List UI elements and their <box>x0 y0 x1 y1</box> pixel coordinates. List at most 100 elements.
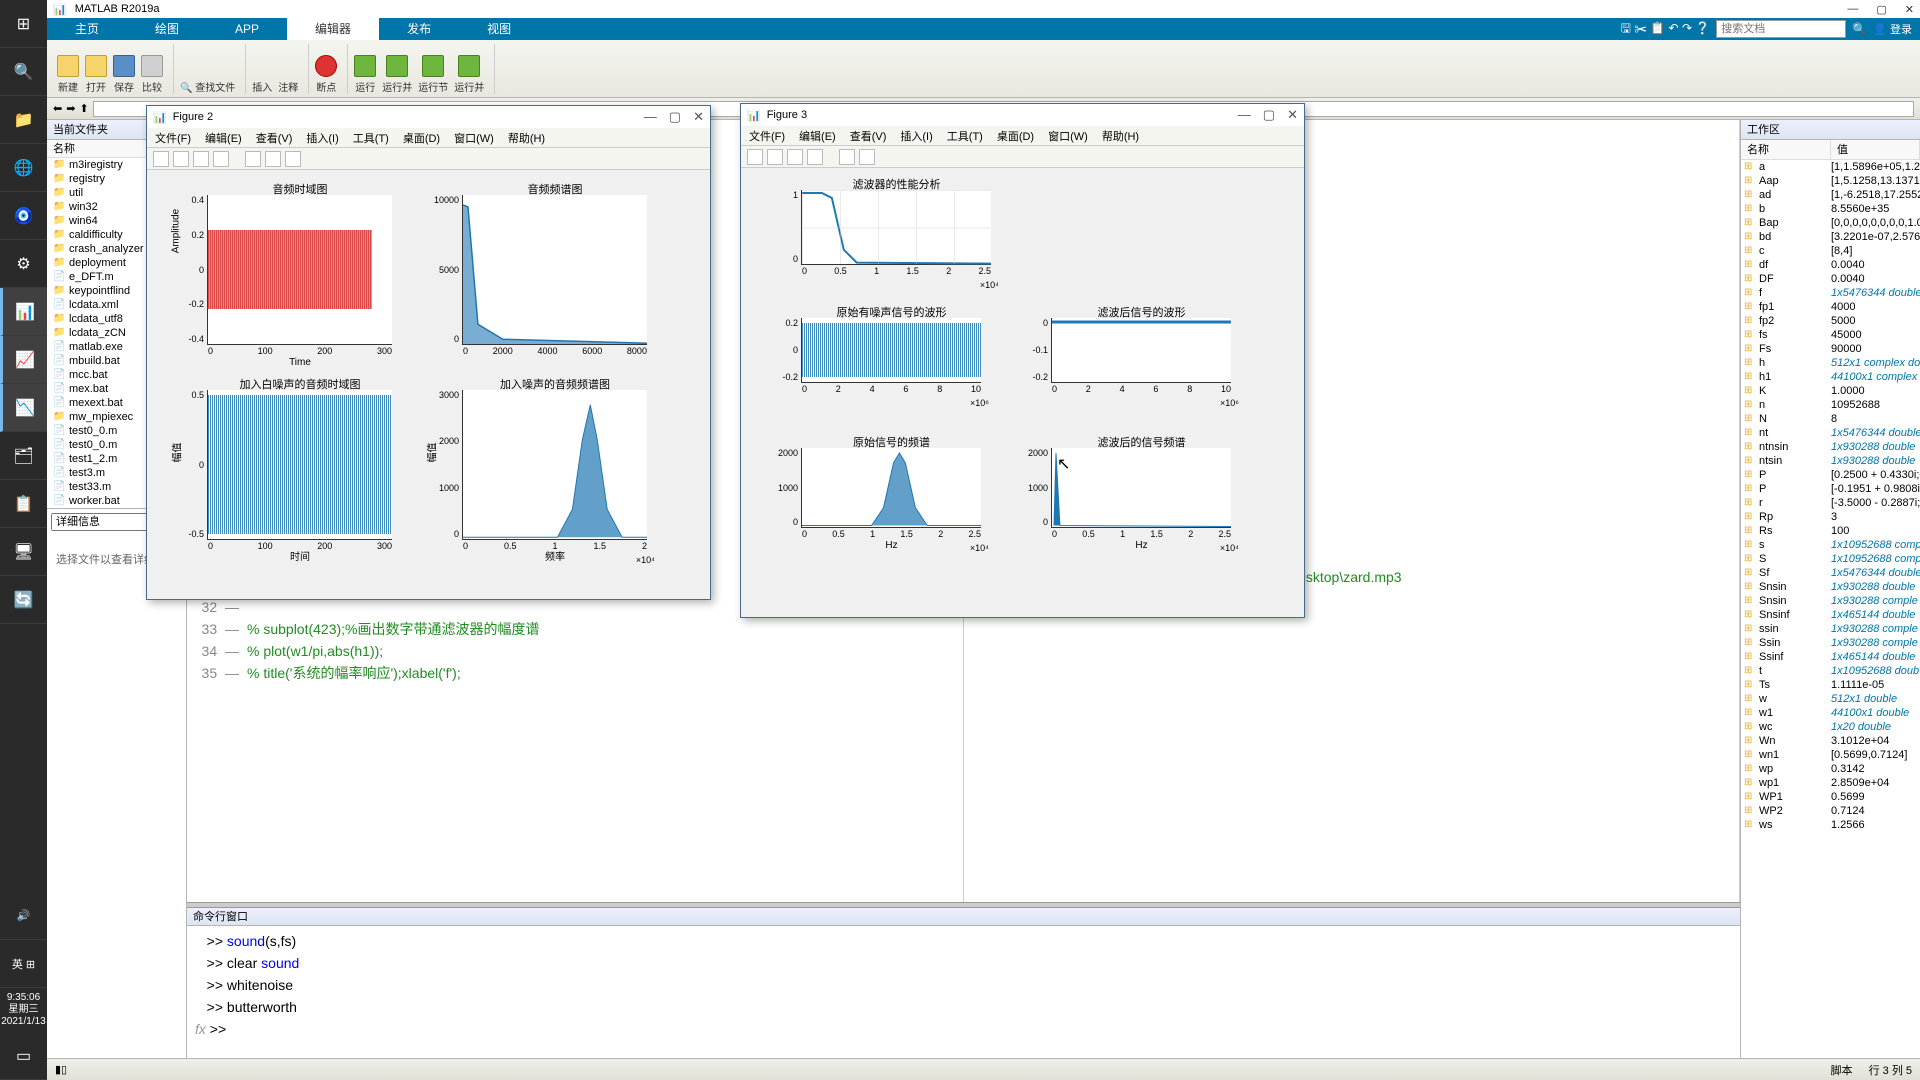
login-link[interactable]: 👤 登录 <box>1873 21 1912 37</box>
workspace-var[interactable]: bd[3.2201e-07,2.5761 <box>1741 230 1920 244</box>
task-app-7[interactable]: 📋 <box>0 480 47 528</box>
workspace-var[interactable]: N8 <box>1741 412 1920 426</box>
workspace-var[interactable]: wc1x20 double <box>1741 720 1920 734</box>
tool-zoom-icon[interactable] <box>265 151 281 167</box>
tool-link-icon[interactable] <box>859 149 875 165</box>
workspace-var[interactable]: Rp3 <box>1741 510 1920 524</box>
tool-pointer-icon[interactable] <box>839 149 855 165</box>
tool-save-icon[interactable] <box>787 149 803 165</box>
workspace-var[interactable]: Ssin1x930288 comple <box>1741 636 1920 650</box>
figure-2-window[interactable]: 📊 Figure 2 — ▢ ✕ 文件(F)编辑(E)查看(V)插入(I)工具(… <box>146 105 711 600</box>
fig2-minimize[interactable]: — <box>644 109 657 125</box>
start-menu[interactable]: ⊞ <box>0 0 47 48</box>
comment-button[interactable]: 注释 <box>278 79 298 94</box>
workspace-var[interactable]: t1x10952688 doub <box>1741 664 1920 678</box>
workspace-var[interactable]: fp25000 <box>1741 314 1920 328</box>
task-app-6[interactable]: 🗂 <box>0 432 47 480</box>
findfiles-button[interactable]: 🔍 查找文件 <box>180 79 235 94</box>
workspace-var[interactable]: Fs90000 <box>1741 342 1920 356</box>
figure-menu-item[interactable]: 查看(V) <box>850 128 887 144</box>
task-app-9[interactable]: 🔄 <box>0 576 47 624</box>
tab-plot[interactable]: 绘图 <box>127 18 207 40</box>
figure-menu-item[interactable]: 编辑(E) <box>205 130 242 146</box>
workspace-var[interactable]: Aap[1,5.1258,13.1371,2 <box>1741 174 1920 188</box>
minimize-button[interactable]: — <box>1847 3 1858 16</box>
figure-menu-item[interactable]: 插入(I) <box>900 128 932 144</box>
workspace-var[interactable]: ssin1x930288 comple <box>1741 622 1920 636</box>
workspace-var[interactable]: fs45000 <box>1741 328 1920 342</box>
workspace-var[interactable]: c[8,4] <box>1741 244 1920 258</box>
taskbar-clock[interactable]: 9:35:06 星期三 2021/1/13 <box>0 988 47 1032</box>
save-button[interactable]: 保存 <box>113 55 135 94</box>
workspace-var[interactable]: a[1,1.5896e+05,1.26 <box>1741 160 1920 174</box>
tool-pan-icon[interactable] <box>285 151 301 167</box>
workspace-var[interactable]: r[-3.5000 - 0.2887i; <box>1741 496 1920 510</box>
workspace-var[interactable]: ad[1,-6.2518,17.2552 <box>1741 188 1920 202</box>
fig2-axes-1[interactable]: 音频时域图 Time Amplitude 0.40.20-0.2-0.4 010… <box>207 195 392 345</box>
fig3-close[interactable]: ✕ <box>1287 107 1298 123</box>
tool-open-icon[interactable] <box>767 149 783 165</box>
doc-search-input[interactable] <box>1716 20 1846 38</box>
tool-new-icon[interactable] <box>153 151 169 167</box>
workspace-var[interactable]: Ssinf1x465144 double <box>1741 650 1920 664</box>
workspace-var[interactable]: Snsin1x930288 double <box>1741 580 1920 594</box>
workspace-var[interactable]: ntnsin1x930288 double <box>1741 440 1920 454</box>
tool-save-icon[interactable] <box>193 151 209 167</box>
task-app-8[interactable]: 🖥 <box>0 528 47 576</box>
fig2-axes-4[interactable]: 加入噪声的音频频谱图 频率 幅值 3000200010000 00.511.52… <box>462 390 647 540</box>
figure-menu-item[interactable]: 编辑(E) <box>799 128 836 144</box>
workspace-var[interactable]: wp0.3142 <box>1741 762 1920 776</box>
figure-3-window[interactable]: 📊 Figure 3 — ▢ ✕ 文件(F)编辑(E)查看(V)插入(I)工具(… <box>740 103 1305 618</box>
task-app-3[interactable]: 🌐 <box>0 144 47 192</box>
figure-2-menubar[interactable]: 文件(F)编辑(E)查看(V)插入(I)工具(T)桌面(D)窗口(W)帮助(H) <box>147 128 710 148</box>
workspace-var[interactable]: Wn3.1012e+04 <box>1741 734 1920 748</box>
workspace-var[interactable]: S1x10952688 comple <box>1741 552 1920 566</box>
workspace-var[interactable]: h144100x1 complex <box>1741 370 1920 384</box>
workspace-var[interactable]: K1.0000 <box>1741 384 1920 398</box>
figure-menu-item[interactable]: 帮助(H) <box>1102 128 1139 144</box>
fig3-maximize[interactable]: ▢ <box>1263 107 1275 123</box>
workspace-var[interactable]: b8.5560e+35 <box>1741 202 1920 216</box>
workspace-var[interactable]: df0.0040 <box>1741 258 1920 272</box>
fig3-axes-2[interactable]: 原始有噪声信号的波形 0.20-0.2 0246810 ×10⁶ <box>801 318 981 383</box>
figure-menu-item[interactable]: 窗口(W) <box>1048 128 1088 144</box>
fig3-axes-1[interactable]: 滤波器的性能分析 10 00.511.522.5 ×10⁴ <box>801 190 991 265</box>
fig3-axes-4[interactable]: 原始信号的频谱 Hz 200010000 00.511.522.5 ×10⁴ <box>801 448 981 528</box>
figure-menu-item[interactable]: 窗口(W) <box>454 130 494 146</box>
workspace-var[interactable]: w512x1 double <box>1741 692 1920 706</box>
fig2-axes-3[interactable]: 加入白噪声的音频时域图 时间 幅值 0.50-0.5 0100200300 <box>207 390 392 540</box>
figure-menu-item[interactable]: 桌面(D) <box>997 128 1034 144</box>
fig3-axes-5[interactable]: 滤波后的信号频谱 Hz 200010000 00.511.522.5 ×10⁴ <box>1051 448 1231 528</box>
tab-view[interactable]: 视图 <box>459 18 539 40</box>
tool-print-icon[interactable] <box>807 149 823 165</box>
task-figure-3[interactable]: 📉 <box>0 384 47 432</box>
command-window[interactable]: >> sound(s,fs) >> clear sound >> whiteno… <box>187 926 1740 1058</box>
figure-3-toolbar[interactable] <box>741 146 1304 168</box>
workspace-var[interactable]: P[0.2500 + 0.4330i;0 <box>1741 468 1920 482</box>
tray-icons[interactable]: 🔊 <box>0 892 47 940</box>
fig2-maximize[interactable]: ▢ <box>669 109 681 125</box>
tab-publish[interactable]: 发布 <box>379 18 459 40</box>
workspace-varlist[interactable]: a[1,1.5896e+05,1.26Aap[1,5.1258,13.1371,… <box>1741 160 1920 1058</box>
tray-ime[interactable]: 英 ⊞ <box>0 940 47 988</box>
workspace-var[interactable]: Snsin1x930288 comple <box>1741 594 1920 608</box>
nav-up-icon[interactable]: ⬆ <box>79 102 88 115</box>
breakpoint-button[interactable]: 断点 <box>315 55 337 94</box>
workspace-var[interactable]: Snsinf1x465144 double <box>1741 608 1920 622</box>
figure-menu-item[interactable]: 帮助(H) <box>508 130 545 146</box>
compare-button[interactable]: 比较 <box>141 55 163 94</box>
figure-menu-item[interactable]: 文件(F) <box>155 130 191 146</box>
maximize-button[interactable]: ▢ <box>1876 3 1886 16</box>
workspace-var[interactable]: WP10.5699 <box>1741 790 1920 804</box>
tab-app[interactable]: APP <box>207 18 287 40</box>
fig2-close[interactable]: ✕ <box>693 109 704 125</box>
task-app-2[interactable]: 📁 <box>0 96 47 144</box>
tool-new-icon[interactable] <box>747 149 763 165</box>
figure-menu-item[interactable]: 查看(V) <box>256 130 293 146</box>
workspace-var[interactable]: s1x10952688 comple <box>1741 538 1920 552</box>
workspace-col-value[interactable]: 值 <box>1831 140 1920 159</box>
workspace-var[interactable]: nt1x5476344 double <box>1741 426 1920 440</box>
workspace-var[interactable]: f1x5476344 double <box>1741 286 1920 300</box>
workspace-var[interactable]: fp14000 <box>1741 300 1920 314</box>
task-app-1[interactable]: 🔍 <box>0 48 47 96</box>
